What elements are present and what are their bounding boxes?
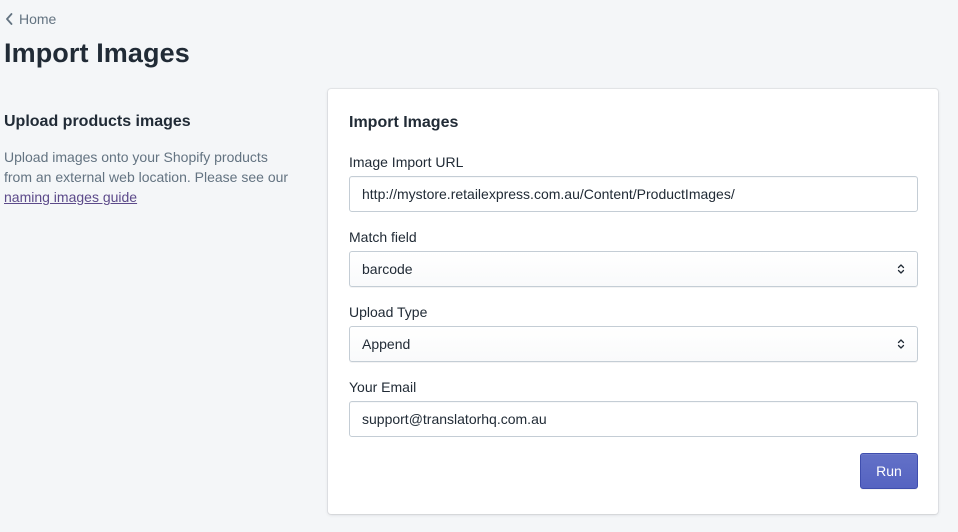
match-field-select[interactable]: barcode (349, 251, 918, 287)
section-heading: Upload products images (4, 113, 191, 130)
upload-type-value: Append (362, 336, 411, 352)
select-arrows-icon (897, 264, 905, 274)
run-button[interactable]: Run (860, 453, 918, 489)
card-actions: Run (349, 453, 918, 489)
upload-type-select[interactable]: Append (349, 326, 918, 362)
breadcrumb[interactable]: Home (5, 11, 56, 27)
upload-type-label: Upload Type (349, 304, 428, 320)
email-field: Your Email (349, 378, 918, 437)
description-text: Upload images onto your Shopify products… (4, 149, 289, 185)
section-annotation: Upload products images Upload images ont… (4, 113, 304, 207)
chevron-left-icon (6, 13, 13, 25)
breadcrumb-label[interactable]: Home (19, 11, 56, 27)
match-field-label: Match field (349, 229, 417, 245)
image-url-input[interactable] (349, 176, 918, 212)
image-url-field: Image Import URL (349, 153, 918, 212)
page: Home Import Images Upload products image… (0, 0, 958, 532)
card-title: Import Images (349, 114, 459, 131)
select-arrows-icon (897, 339, 905, 349)
email-input[interactable] (349, 401, 918, 437)
email-label: Your Email (349, 379, 417, 395)
naming-guide-link[interactable]: naming images guide (4, 189, 137, 205)
image-url-label: Image Import URL (349, 154, 464, 170)
section-description: Upload images onto your Shopify products… (4, 147, 294, 207)
import-images-card: Import Images Image Import URL Match fie… (328, 89, 938, 514)
match-field-value: barcode (362, 261, 413, 277)
upload-type-field: Upload Type Append (349, 303, 918, 362)
match-field-field: Match field barcode (349, 228, 918, 287)
page-title: Import Images (4, 38, 190, 68)
